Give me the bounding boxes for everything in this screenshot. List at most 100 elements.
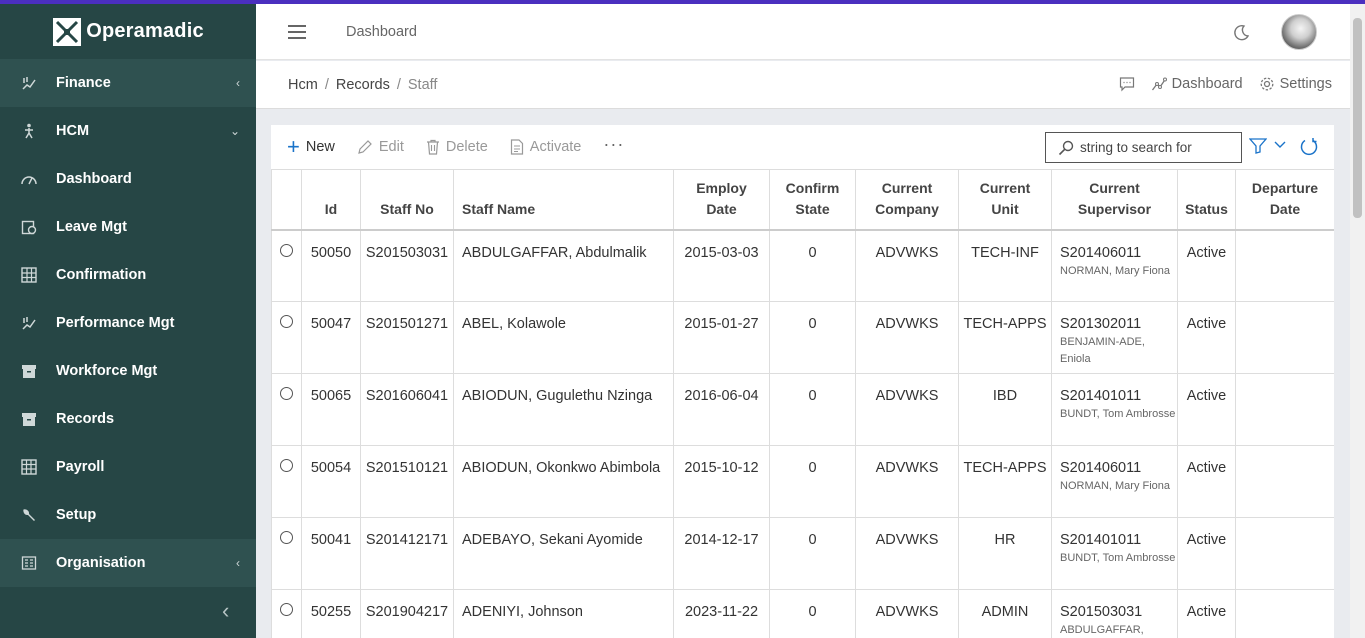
table-row[interactable]: 50047 S201501271 ABEL, Kolawole 2015-01-27 0… (271, 301, 1334, 374)
cell-id: 50047 (301, 301, 361, 374)
collapse-sidebar-icon[interactable]: ‹ (222, 598, 229, 624)
column-header-id[interactable]: Id (301, 169, 361, 230)
cell-supervisor: S201406011 NORMAN, Mary Fiona (1051, 229, 1178, 302)
cell-confirm-state: 0 (769, 229, 856, 302)
chart-hand-icon (20, 314, 38, 332)
table-row[interactable]: 50054 S201510121 ABIODUN, Okonkwo Abimbola… (271, 445, 1334, 518)
supervisor-id: S201401011 (1060, 388, 1142, 404)
cell-company: ADVWKS (855, 517, 959, 590)
row-select-cell (271, 517, 302, 590)
row-radio-button[interactable] (280, 315, 293, 328)
column-header-staff-name[interactable]: Staff Name (453, 169, 674, 230)
sidebar-item-organisation[interactable]: Organisation ‹ (0, 539, 256, 587)
sidebar-item-workforce-mgt[interactable]: Workforce Mgt (0, 347, 256, 395)
supervisor-name: ABDULGAFFAR, (1060, 624, 1144, 636)
chevron-down-icon[interactable] (1273, 138, 1287, 152)
dashboard-link-label: Dashboard (1171, 76, 1243, 92)
table-row[interactable]: 50041 S201412171 ADEBAYO, Sekani Ayomide 20… (271, 517, 1334, 590)
plus-icon: + (287, 134, 300, 159)
settings-link[interactable]: Settings (1259, 76, 1332, 92)
breadcrumb-item-records[interactable]: Records (336, 77, 390, 93)
column-header-staff-no[interactable]: Staff No (360, 169, 454, 230)
more-options-button[interactable]: ··· (603, 134, 624, 155)
sidebar-item-leave-mgt[interactable]: Leave Mgt (0, 203, 256, 251)
column-header-confirm-state[interactable]: Confirm State (769, 169, 856, 230)
breadcrumb-item-hcm[interactable]: Hcm (288, 77, 318, 93)
archive-icon (20, 362, 38, 380)
app-logo[interactable]: Operamadic (0, 4, 256, 59)
row-radio-button[interactable] (280, 387, 293, 400)
activate-button[interactable]: Activate (510, 139, 581, 155)
table-row[interactable]: 50255 S201904217 ADENIYI, Johnson 2023-11-2… (271, 589, 1334, 638)
cell-staff-no: S201510121 (360, 445, 454, 518)
search-placeholder: string to search for (1080, 140, 1192, 155)
column-header-current-supervisor[interactable]: Current Supervisor (1051, 169, 1178, 230)
table-row[interactable]: 50050 S201503031 ABDULGAFFAR, Abdulmalik 20… (271, 229, 1334, 302)
cell-status: Active (1177, 589, 1236, 638)
column-header-departure-date[interactable]: Departure Date (1235, 169, 1334, 230)
supervisor-id: S201302011 (1060, 316, 1142, 332)
row-radio-button[interactable] (280, 603, 293, 616)
delete-button[interactable]: Delete (426, 139, 488, 155)
search-icon (1058, 140, 1074, 155)
logo-icon (53, 17, 82, 46)
sidebar-item-label: Dashboard (56, 171, 132, 187)
supervisor-id: S201401011 (1060, 532, 1142, 548)
new-button[interactable]: + New (287, 136, 335, 158)
edit-button[interactable]: Edit (357, 139, 404, 155)
sidebar-item-label: Performance Mgt (56, 315, 175, 331)
filter-icon[interactable] (1249, 138, 1267, 154)
dashboard-link[interactable]: Dashboard (1151, 76, 1243, 92)
refresh-icon[interactable] (1299, 137, 1319, 157)
cell-confirm-state: 0 (769, 373, 856, 446)
staff-table: Id Staff No Staff Name Employ Date Confir… (271, 169, 1334, 638)
pencil-icon (358, 140, 372, 154)
cell-departure-date (1235, 301, 1334, 374)
building-icon (20, 554, 38, 572)
avatar[interactable] (1281, 14, 1317, 50)
sidebar-item-records[interactable]: Records (0, 395, 256, 443)
calendar-clock-icon (20, 218, 38, 236)
sidebar-item-confirmation[interactable]: Confirmation (0, 251, 256, 299)
cell-staff-no: S201503031 (360, 229, 454, 302)
row-radio-button[interactable] (280, 459, 293, 472)
column-header-label: Current (979, 179, 1031, 196)
table-header-row: Id Staff No Staff Name Employ Date Confir… (271, 169, 1334, 230)
sidebar-item-payroll[interactable]: Payroll (0, 443, 256, 491)
cell-staff-no: S201606041 (360, 373, 454, 446)
column-header-status[interactable]: Status (1177, 169, 1236, 230)
sidebar-item-hcm[interactable]: HCM ⌄ (0, 107, 256, 155)
settings-link-label: Settings (1279, 76, 1332, 92)
select-column-header (271, 169, 302, 230)
cell-supervisor: S201302011 BENJAMIN-ADE, Eniola (1051, 301, 1178, 374)
column-header-employ-date[interactable]: Employ Date (673, 169, 770, 230)
list-toolbar: + New Edit Delete Activate ··· string to… (271, 125, 1334, 169)
row-select-cell (271, 373, 302, 446)
sidebar-item-setup[interactable]: Setup (0, 491, 256, 539)
comment-icon (1119, 77, 1134, 92)
sidebar-item-dashboard[interactable]: Dashboard (0, 155, 256, 203)
page-scrollbar[interactable] (1350, 4, 1365, 638)
sidebar-item-finance[interactable]: Finance ‹ (0, 59, 256, 107)
cell-unit: IBD (958, 373, 1052, 446)
cell-employ-date: 2015-03-03 (673, 229, 770, 302)
moon-icon[interactable] (1232, 24, 1250, 42)
supervisor-name: BUNDT, Tom Ambrosse (1060, 552, 1176, 564)
menu-icon[interactable] (288, 25, 306, 39)
sidebar-item-label: Finance (56, 75, 111, 91)
cell-staff-no: S201904217 (360, 589, 454, 638)
cell-id: 50065 (301, 373, 361, 446)
column-header-current-company[interactable]: Current Company (855, 169, 959, 230)
row-radio-button[interactable] (280, 531, 293, 544)
gauge-icon (20, 170, 38, 188)
comment-button[interactable] (1119, 76, 1135, 92)
table-row[interactable]: 50065 S201606041 ABIODUN, Gugulethu Nzinga… (271, 373, 1334, 446)
cell-staff-no: S201501271 (360, 301, 454, 374)
column-header-current-unit[interactable]: Current Unit (958, 169, 1052, 230)
cell-staff-name: ABIODUN, Okonkwo Abimbola (453, 445, 674, 518)
row-radio-button[interactable] (280, 243, 293, 257)
sidebar-item-label: HCM (56, 123, 90, 139)
scrollbar-thumb[interactable] (1353, 18, 1362, 218)
search-input[interactable]: string to search for (1045, 132, 1242, 163)
sidebar-item-performance-mgt[interactable]: Performance Mgt (0, 299, 256, 347)
